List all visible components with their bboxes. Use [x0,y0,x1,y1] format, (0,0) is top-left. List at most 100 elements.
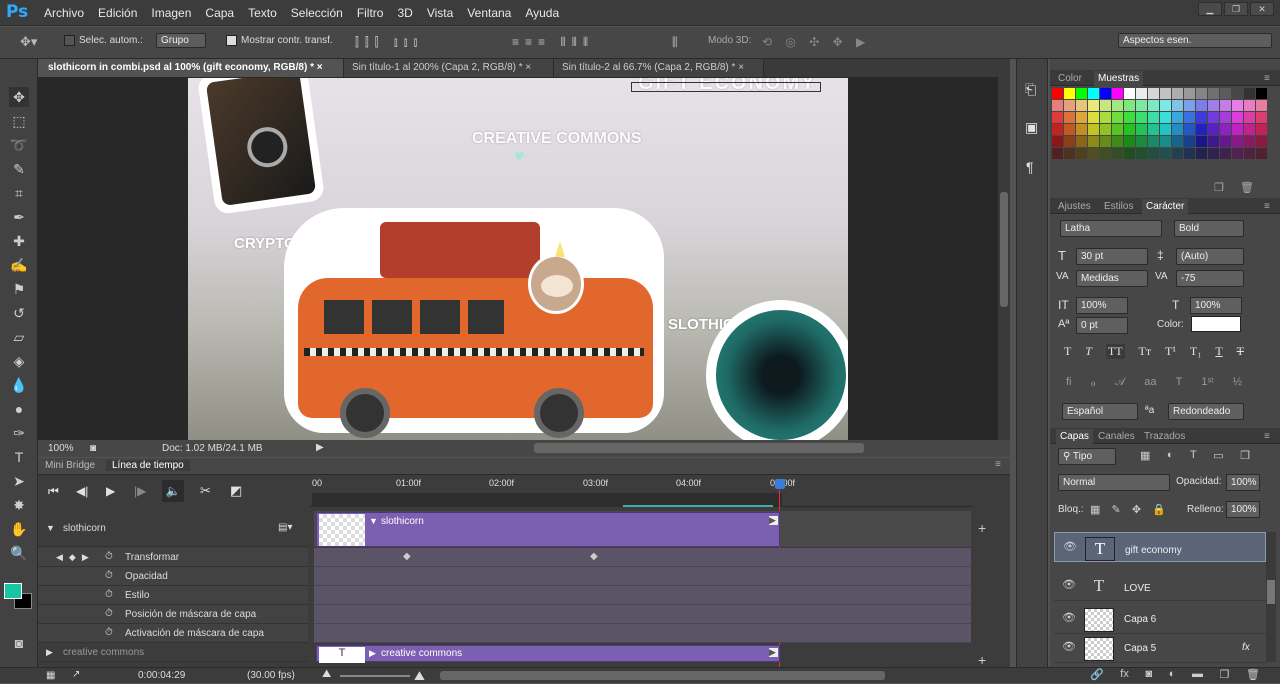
swatch[interactable] [1172,148,1183,159]
document-canvas[interactable]: GIFT ECONOMY CREATIVE COMMONS ♥ CRYPTOAR… [188,78,848,440]
swatch[interactable] [1100,136,1111,147]
swatch[interactable] [1220,100,1231,111]
horizontal-scale-field[interactable]: 100% [1190,297,1242,314]
swatch[interactable] [1196,148,1207,159]
group-select[interactable]: Grupo [156,33,206,48]
keyframe-icon[interactable]: ◆ [590,551,598,562]
swatch[interactable] [1064,124,1075,135]
swatch[interactable] [1184,136,1195,147]
prop-mask-enable[interactable]: ⏱ Activación de máscara de capa [38,624,308,643]
baseline-field[interactable]: 0 pt [1076,317,1128,334]
transition-icon[interactable]: ◩ [230,483,242,499]
marquee-tool-icon[interactable]: ⬚ [9,111,29,131]
swatch[interactable] [1076,136,1087,147]
minimize-icon[interactable]: ▁ [1198,2,1222,16]
stylistic-icon[interactable]: aa [1144,376,1156,389]
swatch[interactable] [1244,124,1255,135]
clip-expand-icon[interactable]: ▶ [369,648,376,659]
lock-paint-icon[interactable]: ✎ [1112,503,1121,516]
swatch[interactable] [1076,112,1087,123]
vertical-scale-field[interactable]: 100% [1076,297,1128,314]
menu-vista[interactable]: Vista [427,0,461,26]
lasso-tool-icon[interactable]: ➰ [9,135,29,155]
auto-select[interactable]: Selec. autom.: [64,35,143,46]
swatch[interactable] [1052,136,1063,147]
swatch[interactable] [1148,88,1159,99]
workspace-select[interactable]: Aspectos esen. [1118,33,1272,48]
blur-tool-icon[interactable]: 💧 [9,375,29,395]
tab-timeline[interactable]: Línea de tiempo [106,460,190,471]
tab-slothicorn[interactable]: slothicorn in combi.psd al 100% (gift ec… [40,59,344,77]
swatch[interactable] [1220,124,1231,135]
swatch[interactable] [1100,100,1111,111]
creative-commons-text[interactable]: CREATIVE COMMONS [472,130,641,148]
prev-frame-icon[interactable]: ◀| [76,484,88,498]
menu-texto[interactable]: Texto [248,0,285,26]
layer-filter-select[interactable]: ⚲ Tipo [1058,448,1116,465]
close-icon[interactable]: × [738,62,744,73]
swatch[interactable] [1136,112,1147,123]
tab-ajustes[interactable]: Ajustes [1058,201,1091,212]
vertical-scrollbar[interactable] [998,77,1010,440]
swatch[interactable] [1232,100,1243,111]
fx-icon[interactable]: fx [1242,642,1250,653]
tracking-select[interactable]: -75 [1176,270,1244,287]
menu-3d[interactable]: 3D [397,0,420,26]
font-style-select[interactable]: Bold [1174,220,1244,237]
swatch[interactable] [1112,124,1123,135]
playhead[interactable] [775,479,785,489]
stamp-tool-icon[interactable]: ⚑ [9,279,29,299]
layer-row[interactable]: 👁 T LOVE [1054,571,1266,601]
distribute-icons[interactable]: ≡≡≡ ⦀⦀⦀ [512,35,594,50]
hand-tool-icon[interactable]: ✋ [9,519,29,539]
keyframe-icon[interactable]: ◆ [403,551,411,562]
swatch[interactable] [1112,148,1123,159]
scroll-thumb[interactable] [1267,580,1275,604]
status-icon[interactable]: ◙ [90,443,96,454]
swatch[interactable] [1136,136,1147,147]
swatch[interactable] [1112,100,1123,111]
menu-ayuda[interactable]: Ayuda [525,0,567,26]
track-group[interactable]: ▶ creative commons [38,644,308,662]
timeline-zoom-slider[interactable] [340,675,410,677]
swatch[interactable] [1160,100,1171,111]
add-media-icon[interactable]: + [978,520,986,536]
swatch[interactable] [1052,112,1063,123]
blend-mode-select[interactable]: Normal [1058,474,1170,491]
collapse-icon[interactable]: ▼ [46,523,55,533]
menu-edicion[interactable]: Edición [98,0,145,26]
brush-tool-icon[interactable]: ✍ [9,255,29,275]
eye-icon[interactable]: 👁 [1063,542,1077,553]
swatch[interactable] [1244,112,1255,123]
swatch[interactable] [1172,88,1183,99]
clip-slothicorn[interactable]: ▼ slothicorn ▶ [316,512,780,547]
swatch[interactable] [1196,112,1207,123]
swatch[interactable] [1088,148,1099,159]
swatch[interactable] [1220,148,1231,159]
clip-end-icon[interactable]: ▶ [769,516,778,525]
kerning-select[interactable]: Medidas [1076,270,1148,287]
foreground-color[interactable] [4,583,22,599]
quick-mask-icon[interactable]: ◙ [9,633,29,653]
swatch[interactable] [1148,136,1159,147]
swatch[interactable] [1052,148,1063,159]
zoom-level[interactable]: 100% [48,443,74,454]
prop-mask-position[interactable]: ⏱ Posición de máscara de capa [38,605,308,624]
horizontal-scrollbar[interactable] [534,443,864,453]
swatch[interactable] [1064,88,1075,99]
swatch[interactable] [1088,88,1099,99]
swatch[interactable] [1208,136,1219,147]
leading-select[interactable]: (Auto) [1176,248,1244,265]
tab-canales[interactable]: Canales [1098,431,1135,442]
swatch-grid[interactable] [1052,88,1267,168]
clip-expand-icon[interactable]: ▼ [369,516,378,526]
small-caps-icon[interactable]: Tт [1139,344,1152,359]
swatch[interactable] [1196,88,1207,99]
close-icon[interactable]: × [317,62,323,73]
quick-select-tool-icon[interactable]: ✎ [9,159,29,179]
swatch[interactable] [1172,112,1183,123]
stopwatch-icon[interactable]: ⏱ [105,589,113,600]
swatch[interactable] [1220,136,1231,147]
swatch[interactable] [1244,136,1255,147]
filter-smart-icon[interactable]: ❒ [1240,449,1250,462]
